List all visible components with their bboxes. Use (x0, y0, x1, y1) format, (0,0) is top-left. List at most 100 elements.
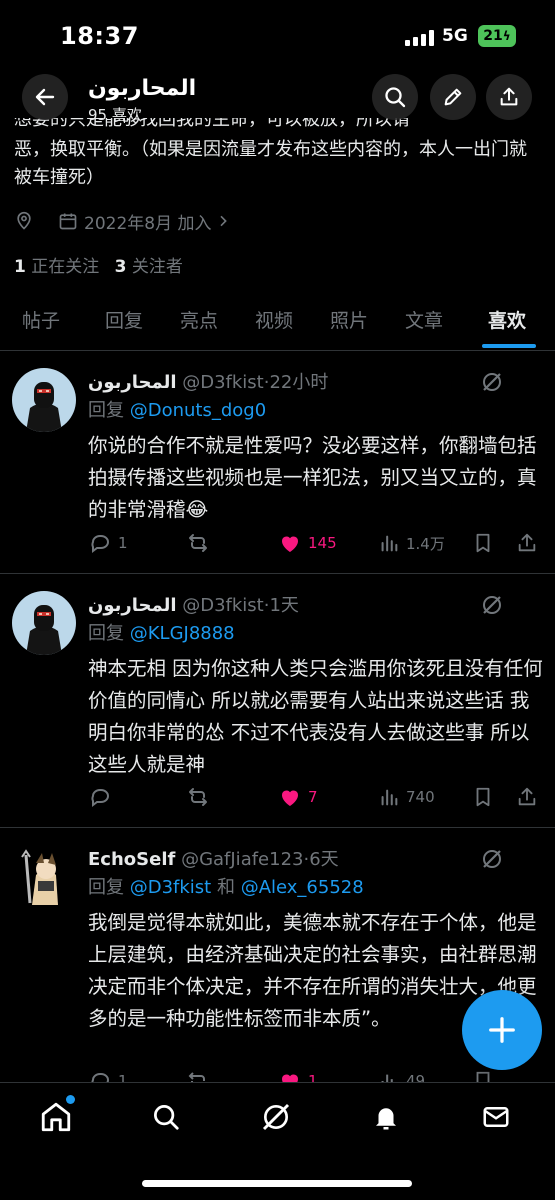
followers-link[interactable]: 3 关注者 (115, 257, 183, 277)
views-chart-icon (381, 1074, 393, 1082)
reply-button[interactable]: 1 (88, 1067, 128, 1082)
retweet-icon (188, 1072, 205, 1082)
retweet-icon (189, 534, 207, 552)
bookmark-button[interactable] (472, 1067, 494, 1082)
reply-prefix: 回复 (88, 400, 130, 421)
views-chart-icon (381, 789, 398, 806)
reply-button[interactable]: 1 (88, 529, 128, 557)
tweet-header: المحاربون @D3fkist·1天 (88, 591, 299, 617)
following-label: 正在关注 (31, 257, 100, 277)
grok-icon[interactable] (480, 847, 504, 871)
reply-context: 回复 @KLGJ8888 (88, 619, 235, 645)
reply-mention[interactable]: @D3fkist (130, 877, 212, 898)
tab-likes[interactable]: 喜欢 (488, 306, 526, 333)
tweet-header: المحاربون @D3fkist·22小时 (88, 368, 328, 394)
like-count: 7 (308, 788, 318, 806)
tweet-actions: 7 740 (88, 783, 548, 811)
avatar[interactable] (12, 845, 76, 909)
grok-icon[interactable] (480, 593, 504, 617)
notifications-bell-icon (376, 1108, 396, 1130)
author-handle[interactable]: @D3fkist (182, 372, 264, 393)
views-button[interactable]: 49 (378, 1067, 425, 1082)
tweet[interactable]: المحاربون @D3fkist·22小时 回复 @Donuts_dog0 … (0, 352, 555, 574)
author-name[interactable]: المحاربون (88, 595, 177, 616)
reply-icon (91, 535, 109, 553)
plus-icon (489, 1017, 515, 1043)
battery-level: 21 (483, 28, 503, 44)
views-button[interactable]: 740 (378, 783, 435, 811)
views-button[interactable]: 1.4万 (378, 529, 445, 557)
reply-prefix: 回复 (88, 877, 130, 898)
reply-count: 1 (118, 1072, 128, 1082)
tab-highlights[interactable]: 亮点 (180, 306, 218, 333)
tab-videos[interactable]: 视频 (255, 306, 293, 333)
search-icon (154, 1105, 179, 1130)
likes-count-subtitle: 95 喜欢 (88, 106, 142, 124)
like-button[interactable]: 1 (278, 1067, 318, 1082)
tab-articles[interactable]: 文章 (405, 306, 443, 333)
share-icon (518, 787, 536, 806)
retweet-button[interactable] (186, 783, 210, 811)
grok-icon[interactable] (480, 370, 504, 394)
search-icon (385, 87, 406, 108)
like-button[interactable]: 145 (278, 529, 337, 557)
tweet-time: ·6天 (303, 849, 339, 870)
chevron-right-icon[interactable] (215, 213, 231, 229)
like-count: 1 (308, 1072, 318, 1082)
nav-grok[interactable] (256, 1097, 296, 1137)
reply-context: 回复 @D3fkist 和 @Alex_65528 (88, 873, 364, 899)
tweet-share-button[interactable] (516, 529, 538, 557)
reply-joiner: 和 (211, 877, 241, 898)
home-indicator (142, 1180, 412, 1187)
nav-search[interactable] (146, 1097, 186, 1137)
nav-notifications[interactable] (366, 1097, 406, 1137)
page-title: المحاربون (88, 76, 197, 101)
avatar[interactable] (12, 591, 76, 655)
search-button[interactable] (372, 74, 418, 120)
like-button[interactable]: 7 (278, 783, 318, 811)
like-heart-icon (282, 790, 298, 806)
share-icon (518, 533, 536, 552)
nav-messages[interactable] (476, 1097, 516, 1137)
reply-mention[interactable]: @KLGJ8888 (130, 623, 235, 644)
tweet-actions: 1 145 1.4万 (88, 529, 548, 557)
tab-replies[interactable]: 回复 (105, 306, 143, 333)
tweet-text: 神本无相 因为你这种人类只会滥用你该死且没有任何价值的同情心 所以就必需要有人站… (88, 657, 543, 776)
author-name[interactable]: المحاربون (88, 372, 177, 393)
retweet-button[interactable] (186, 1067, 210, 1082)
following-link[interactable]: 1 正在关注 (14, 257, 99, 277)
author-handle[interactable]: @D3fkist (182, 595, 264, 616)
edit-button[interactable] (430, 74, 476, 120)
signal-icon (405, 30, 435, 46)
bookmark-button[interactable] (472, 783, 494, 811)
reply-mention[interactable]: @Donuts_dog0 (130, 400, 266, 421)
joined-date: 2022年8月 加入 (84, 213, 212, 234)
charging-icon: ϟ (502, 29, 511, 43)
author-handle[interactable]: @GafJiafe123 (181, 849, 303, 870)
reply-button[interactable] (88, 783, 118, 811)
network-type: 5G (442, 26, 468, 46)
tweet-time: ·22小时 (263, 372, 329, 393)
tweet-share-button[interactable] (516, 783, 538, 811)
profile-header: المحاربون 95 喜欢 (0, 70, 555, 130)
compose-button[interactable] (462, 990, 542, 1070)
tweet[interactable]: المحاربون @D3fkist·1天 回复 @KLGJ8888 神本无相 … (0, 575, 555, 828)
author-name[interactable]: EchoSelf (88, 849, 175, 870)
share-button[interactable] (486, 74, 532, 120)
back-arrow-icon (35, 88, 55, 106)
retweet-icon (189, 788, 207, 806)
reply-mention-2[interactable]: @Alex_65528 (241, 877, 364, 898)
notification-dot (66, 1095, 75, 1104)
avatar[interactable] (12, 368, 76, 432)
tweet-time: ·1天 (263, 595, 299, 616)
like-heart-icon (282, 1074, 298, 1082)
follow-stats: 1 正在关注 3 关注者 (14, 252, 183, 277)
back-button[interactable] (22, 74, 68, 120)
bookmark-button[interactable] (472, 529, 494, 557)
reply-context: 回复 @Donuts_dog0 (88, 396, 266, 422)
retweet-button[interactable] (186, 529, 210, 557)
reply-prefix: 回复 (88, 623, 130, 644)
tab-posts[interactable]: 帖子 (22, 306, 60, 333)
tab-photos[interactable]: 照片 (330, 306, 368, 333)
following-count: 1 (14, 257, 26, 277)
